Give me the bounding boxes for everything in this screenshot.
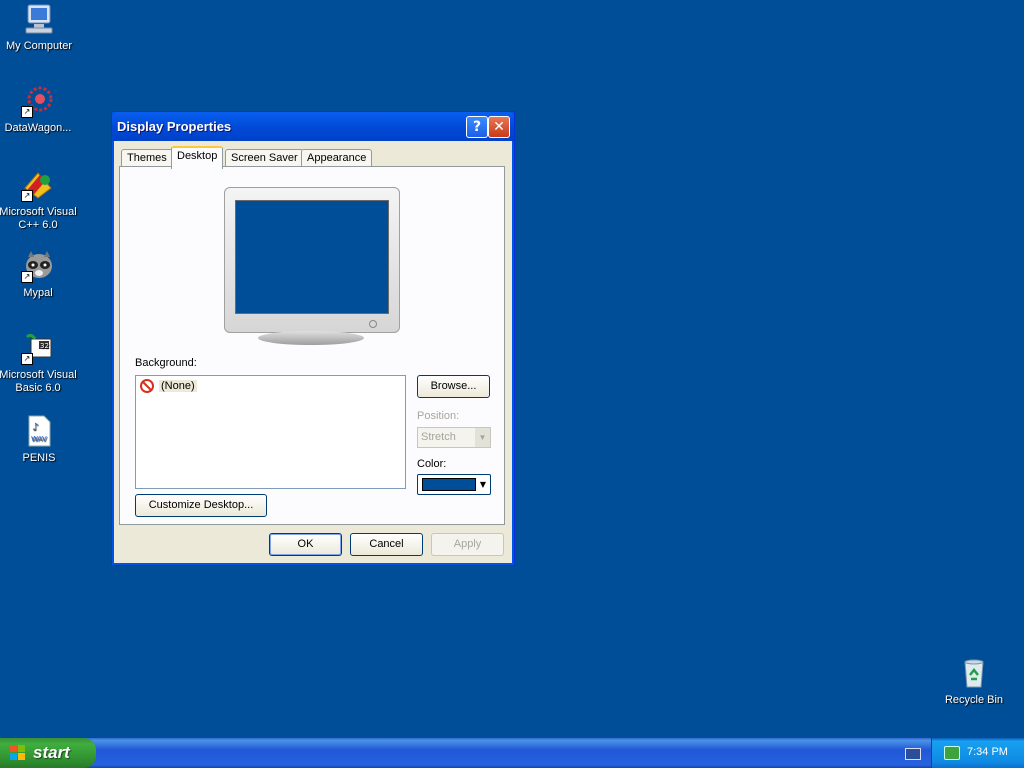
desktop-icon-label: My Computer [5,40,73,52]
background-list[interactable]: (None) [135,375,406,489]
window-titlebar[interactable]: Display Properties ? ✕ [112,112,514,141]
preview-screen [235,200,389,314]
no-entry-icon [140,379,154,393]
windows-logo-icon [10,745,26,761]
tab-screen-saver[interactable]: Screen Saver [225,149,304,167]
shortcut-arrow-icon: ↗ [21,190,33,202]
desktop-icon-visual-cpp[interactable]: ↗ Microsoft Visual C++ 6.0 [0,168,78,232]
window-title: Display Properties [117,119,232,134]
close-button[interactable]: ✕ [488,116,510,138]
apply-button[interactable]: Apply [431,533,504,556]
start-button[interactable]: start [0,738,96,768]
chevron-down-icon: ▼ [475,428,490,447]
datawagon-icon: ↗ [21,84,55,118]
desktop-icon-datawagon[interactable]: ↗ DataWagon... [0,84,78,135]
shortcut-arrow-icon: ↗ [21,271,33,283]
svg-text:♪: ♪ [32,422,38,433]
desktop-icon-label: Microsoft Visual Basic 6.0 [0,369,77,394]
ok-button[interactable]: OK [269,533,342,556]
tab-desktop[interactable]: Desktop [171,146,224,169]
svg-text:WAV: WAV [31,435,47,443]
customize-desktop-button[interactable]: Customize Desktop... [135,494,267,517]
desktop-icon-penis-wav[interactable]: ♪ WAV PENIS [0,414,79,465]
recycle-bin-icon [957,656,991,690]
monitor-power-icon [369,320,377,328]
visual-basic-icon: 32 ↗ [21,331,55,365]
list-item[interactable]: (None) [140,378,197,394]
my-computer-icon [22,2,56,36]
tab-themes[interactable]: Themes [121,149,173,167]
position-label: Position: [417,410,460,422]
taskbar: start 7:34 PM [0,738,1024,768]
display-properties-window: Display Properties ? ✕ Themes Desktop Sc… [111,111,515,566]
desktop-tab-panel: Background: (None) Browse... Position: S… [119,166,505,525]
desktop-icon-mypal[interactable]: ↗ Mypal [0,249,78,300]
monitor-preview [224,187,400,333]
clock[interactable]: 7:34 PM [967,746,1008,758]
position-value: Stretch [421,431,456,443]
help-button[interactable]: ? [466,116,488,138]
svg-text:32: 32 [40,342,49,350]
desktop-icon-visual-basic[interactable]: 32 ↗ Microsoft Visual Basic 6.0 [0,331,78,395]
desktop-icon-label: PENIS [22,452,56,464]
list-item-label: (None) [159,380,197,392]
system-tray: 7:34 PM [931,738,1024,768]
chevron-down-icon: ▼ [479,480,487,489]
desktop-icon-label: DataWagon... [4,122,72,134]
tab-appearance[interactable]: Appearance [301,149,373,167]
mypal-raccoon-icon: ↗ [21,249,55,283]
desktop-icon-label: Microsoft Visual C++ 6.0 [0,206,77,231]
monitor-stand [258,331,364,345]
background-label: Background: [135,357,197,369]
network-icon[interactable] [944,746,960,760]
wav-file-icon: ♪ WAV [22,414,56,448]
desktop-icon-my-computer[interactable]: My Computer [0,2,79,53]
position-select[interactable]: Stretch ▼ [417,427,491,448]
desktop-icon-label: Recycle Bin [944,694,1004,706]
shortcut-arrow-icon: ↗ [21,353,33,365]
start-label: start [33,743,70,762]
color-label: Color: [417,458,447,470]
shortcut-arrow-icon: ↗ [21,106,33,118]
desktop-icon-recycle-bin[interactable]: Recycle Bin [934,656,1014,707]
desktop-icon-label: Mypal [23,287,53,299]
color-swatch [422,478,476,491]
keyboard-icon[interactable] [905,748,921,760]
browse-button[interactable]: Browse... [417,375,490,398]
visual-cpp-icon: ↗ [21,168,55,202]
color-picker-button[interactable]: ▼ [417,474,491,495]
cancel-button[interactable]: Cancel [350,533,423,556]
